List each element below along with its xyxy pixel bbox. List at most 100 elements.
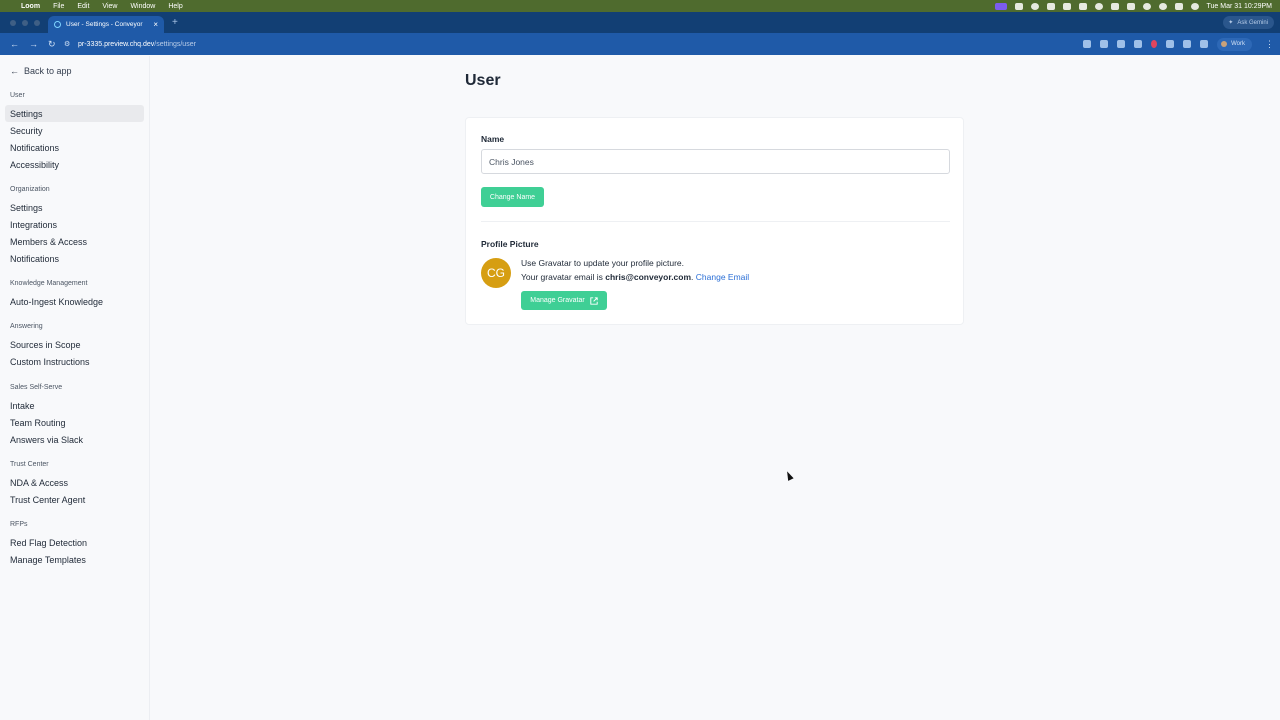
- browser-menu-icon[interactable]: ⋮: [1265, 39, 1274, 50]
- sidebar-item-nda-access[interactable]: NDA & Access: [5, 474, 144, 491]
- change-name-button[interactable]: Change Name: [481, 187, 544, 207]
- page-title: User: [465, 72, 501, 89]
- browser-toolbar: ← → ↻ ⚙ pr-3335.preview.chq.dev/settings…: [0, 33, 1280, 55]
- status-icon[interactable]: [1094, 2, 1103, 10]
- menu-app-name[interactable]: Loom: [21, 0, 40, 12]
- loom-recording-icon[interactable]: [994, 2, 1007, 10]
- side-panel-icon[interactable]: [1200, 40, 1209, 48]
- extension-icon[interactable]: [1117, 40, 1126, 48]
- profile-button[interactable]: Work: [1217, 37, 1252, 51]
- url-host: pr-3335.preview.chq.dev: [78, 40, 155, 48]
- gemini-icon: ✦: [1228, 20, 1234, 26]
- extension-icon[interactable]: [1151, 40, 1158, 48]
- sidebar-item-red-flag-detection[interactable]: Red Flag Detection: [5, 534, 144, 551]
- site-info-icon[interactable]: ⚙: [64, 40, 72, 48]
- arrow-left-icon: ←: [10, 66, 19, 76]
- address-bar[interactable]: ⚙ pr-3335.preview.chq.dev/settings/user: [64, 36, 1083, 52]
- extensions-puzzle-icon[interactable]: [1183, 40, 1192, 48]
- name-input[interactable]: [481, 149, 950, 174]
- divider: [481, 221, 950, 222]
- sidebar-item-user-notifications[interactable]: Notifications: [5, 139, 144, 156]
- status-icon[interactable]: [1046, 2, 1055, 10]
- bookmark-star-icon[interactable]: [1100, 40, 1109, 48]
- sidebar-item-trust-center-agent[interactable]: Trust Center Agent: [5, 491, 144, 508]
- back-arrow-icon[interactable]: ←: [10, 39, 19, 50]
- ask-gemini-label: Ask Gemini: [1237, 19, 1268, 26]
- menu-help[interactable]: Help: [168, 0, 182, 12]
- favicon-icon: [54, 21, 61, 28]
- manage-gravatar-button[interactable]: Manage Gravatar: [521, 291, 607, 310]
- sidebar-item-intake[interactable]: Intake: [5, 397, 144, 414]
- section-label-answering: Answering: [10, 323, 43, 330]
- avatar: CG: [481, 258, 511, 288]
- back-to-app-label: Back to app: [24, 66, 72, 76]
- status-icon[interactable]: [1078, 2, 1087, 10]
- sidebar-item-auto-ingest[interactable]: Auto-Ingest Knowledge: [5, 293, 144, 310]
- menu-edit[interactable]: Edit: [77, 0, 89, 12]
- section-label-rfps: RFPs: [10, 521, 28, 528]
- section-label-user: User: [10, 92, 25, 99]
- zoom-icon[interactable]: [1083, 40, 1092, 48]
- close-window-icon[interactable]: [10, 19, 16, 26]
- sidebar-item-org-settings[interactable]: Settings: [5, 199, 144, 216]
- name-label: Name: [481, 134, 505, 144]
- siri-icon[interactable]: [1190, 2, 1199, 10]
- close-tab-icon[interactable]: ×: [153, 20, 158, 29]
- window-controls: [0, 19, 48, 26]
- minimize-window-icon[interactable]: [22, 19, 28, 26]
- profile-picture-label: Profile Picture: [481, 239, 539, 249]
- macos-menu-bar: Loom File Edit View Window Help Tue Mar …: [0, 0, 1280, 12]
- status-icon[interactable]: [1014, 2, 1023, 10]
- new-tab-icon[interactable]: +: [172, 17, 178, 28]
- external-link-icon: [590, 296, 598, 305]
- reload-icon[interactable]: ↻: [48, 39, 56, 50]
- extension-icon[interactable]: [1134, 40, 1143, 48]
- sidebar-item-sources-in-scope[interactable]: Sources in Scope: [5, 336, 144, 353]
- menu-clock[interactable]: Tue Mar 31 10:29PM: [1207, 3, 1273, 10]
- gravatar-instructions: Use Gravatar to update your profile pict…: [521, 258, 684, 268]
- section-label-organization: Organization: [10, 186, 50, 193]
- sidebar-item-members-access[interactable]: Members & Access: [5, 233, 144, 250]
- profile-avatar: [1221, 41, 1228, 47]
- profile-label: Work: [1231, 41, 1245, 47]
- extension-icon[interactable]: [1166, 40, 1175, 48]
- mouse-cursor-icon: [784, 470, 794, 481]
- settings-sidebar: ← Back to app User Settings Security Not…: [0, 56, 150, 720]
- gravatar-email-line: Your gravatar email is chris@conveyor.co…: [521, 272, 749, 282]
- wifi-icon[interactable]: [1142, 2, 1151, 10]
- menu-view[interactable]: View: [102, 0, 117, 12]
- status-icon[interactable]: [1110, 2, 1119, 10]
- browser-tab-strip: User - Settings - Conveyor × + ✦ Ask Gem…: [0, 12, 1280, 33]
- control-center-icon[interactable]: [1174, 2, 1183, 10]
- sidebar-item-security[interactable]: Security: [5, 122, 144, 139]
- sidebar-item-accessibility[interactable]: Accessibility: [5, 156, 144, 173]
- tab-title: User - Settings - Conveyor: [66, 21, 143, 28]
- ask-gemini-button[interactable]: ✦ Ask Gemini: [1223, 16, 1274, 29]
- search-icon[interactable]: [1158, 2, 1167, 10]
- sidebar-item-user-settings[interactable]: Settings: [5, 105, 144, 122]
- sidebar-item-org-notifications[interactable]: Notifications: [5, 250, 144, 267]
- battery-icon[interactable]: [1126, 2, 1135, 10]
- maximize-window-icon[interactable]: [34, 19, 40, 26]
- gravatar-email-prefix: Your gravatar email is: [521, 272, 606, 282]
- status-icon[interactable]: [1062, 2, 1071, 10]
- status-icon[interactable]: [1030, 2, 1039, 10]
- sidebar-item-team-routing[interactable]: Team Routing: [5, 414, 144, 431]
- gravatar-email-suffix: .: [691, 272, 694, 282]
- section-label-knowledge-management: Knowledge Management: [10, 280, 88, 287]
- forward-arrow-icon[interactable]: →: [29, 39, 38, 50]
- gravatar-email: chris@conveyor.com: [605, 272, 692, 282]
- sidebar-item-custom-instructions[interactable]: Custom Instructions: [5, 353, 144, 370]
- manage-gravatar-label: Manage Gravatar: [530, 297, 585, 304]
- url-path: /settings/user: [154, 40, 196, 48]
- menu-file[interactable]: File: [53, 0, 64, 12]
- sidebar-item-answers-via-slack[interactable]: Answers via Slack: [5, 431, 144, 448]
- back-to-app-link[interactable]: ← Back to app: [10, 66, 72, 76]
- section-label-trust-center: Trust Center: [10, 461, 49, 468]
- menu-window[interactable]: Window: [130, 0, 155, 12]
- browser-tab-active[interactable]: User - Settings - Conveyor ×: [48, 16, 164, 33]
- section-label-sales-self-serve: Sales Self-Serve: [10, 384, 63, 391]
- sidebar-item-integrations[interactable]: Integrations: [5, 216, 144, 233]
- sidebar-item-manage-templates[interactable]: Manage Templates: [5, 551, 144, 568]
- change-email-link[interactable]: Change Email: [696, 272, 749, 282]
